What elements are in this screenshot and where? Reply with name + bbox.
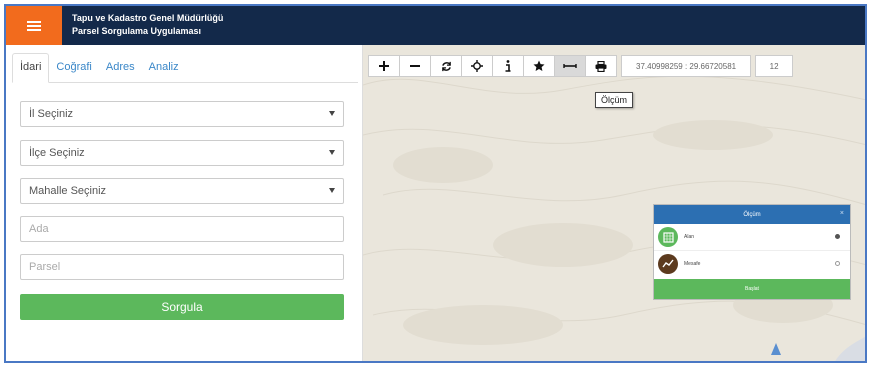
star-icon <box>533 60 545 71</box>
plus-icon <box>379 61 389 71</box>
locate-icon <box>471 60 483 72</box>
coordinate-readout: 37.40998259 : 29.66720581 <box>621 55 752 77</box>
mahalle-select-value: Mahalle Seçiniz <box>29 185 107 197</box>
start-measure-button[interactable]: Başlat <box>654 279 850 299</box>
favorite-button[interactable] <box>523 55 555 77</box>
parsel-placeholder: Parsel <box>29 261 61 273</box>
info-button[interactable] <box>492 55 524 77</box>
il-select-value: İl Seçiniz <box>29 108 74 120</box>
tab-analiz[interactable]: Analiz <box>142 54 186 82</box>
measure-panel-header: Ölçüm × <box>654 205 850 224</box>
measure-button[interactable] <box>554 55 586 77</box>
mahalle-select[interactable]: Mahalle Seçiniz <box>20 178 344 204</box>
distance-icon <box>658 253 678 274</box>
minus-icon <box>410 65 420 67</box>
menu-button[interactable] <box>6 6 62 45</box>
distance-radio[interactable] <box>835 261 840 266</box>
ilce-select-value: İlçe Seçiniz <box>29 147 85 159</box>
measure-panel: Ölçüm × Alan Mesafe Başlat <box>653 204 851 300</box>
query-tabs: İdari Coğrafi Adres Analiz <box>12 51 358 83</box>
tab-idari[interactable]: İdari <box>12 53 50 83</box>
chevron-down-icon <box>329 188 335 193</box>
chevron-down-icon <box>329 150 335 155</box>
map-toolbar: 37.40998259 : 29.66720581 12 <box>368 55 794 77</box>
refresh-icon <box>441 61 451 71</box>
map-marker-icon[interactable] <box>771 343 781 355</box>
tab-cografi[interactable]: Coğrafi <box>49 54 98 82</box>
refresh-button[interactable] <box>430 55 462 77</box>
parsel-input[interactable]: Parsel <box>20 254 344 280</box>
zoom-out-button[interactable] <box>399 55 431 77</box>
zoom-level: 12 <box>755 55 794 77</box>
hamburger-icon <box>27 20 41 31</box>
query-button[interactable]: Sorgula <box>20 294 344 320</box>
il-select[interactable]: İl Seçiniz <box>20 101 344 127</box>
area-icon <box>658 227 678 247</box>
print-button[interactable] <box>585 55 617 77</box>
ilce-select[interactable]: İlçe Seçiniz <box>20 140 344 166</box>
query-panel: İdari Coğrafi Adres Analiz İl Seçiniz İl… <box>6 45 363 361</box>
ada-input[interactable]: Ada <box>20 216 344 242</box>
zoom-in-button[interactable] <box>368 55 400 77</box>
ada-placeholder: Ada <box>29 223 49 235</box>
locate-button[interactable] <box>461 55 493 77</box>
close-icon[interactable]: × <box>840 210 844 217</box>
measure-option-area[interactable]: Alan <box>654 224 850 250</box>
tab-adres[interactable]: Adres <box>99 54 142 82</box>
app-title-line1: Tapu ve Kadastro Genel Müdürlüğü <box>72 13 224 23</box>
measure-icon <box>563 64 577 68</box>
measure-option-distance-label: Mesafe <box>684 260 701 267</box>
app-title: Tapu ve Kadastro Genel Müdürlüğü Parsel … <box>72 12 223 38</box>
measure-option-distance[interactable]: Mesafe <box>654 250 850 276</box>
app-title-line2: Parsel Sorgulama Uygulaması <box>72 26 202 36</box>
info-icon <box>505 60 511 72</box>
chevron-down-icon <box>329 111 335 116</box>
measure-tooltip: Ölçüm <box>595 92 634 108</box>
area-radio[interactable] <box>835 234 840 239</box>
print-icon <box>595 60 607 72</box>
map-view[interactable]: 37.40998259 : 29.66720581 12 Ölçüm Ölçüm… <box>363 45 865 361</box>
measure-panel-title: Ölçüm <box>743 211 761 218</box>
app-header: Tapu ve Kadastro Genel Müdürlüğü Parsel … <box>6 6 865 45</box>
app-window: Tapu ve Kadastro Genel Müdürlüğü Parsel … <box>4 4 867 363</box>
measure-option-area-label: Alan <box>684 234 695 240</box>
